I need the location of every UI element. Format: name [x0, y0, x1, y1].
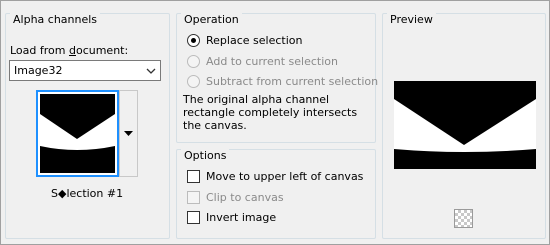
- preview-title: Preview: [387, 13, 436, 27]
- caret-down-icon: [124, 130, 133, 136]
- load-label-text: Load from document:: [10, 44, 129, 57]
- load-selection-dialog: Alpha channels Load from document: Image…: [0, 0, 550, 245]
- document-select-value: Image32: [14, 64, 63, 77]
- selection-preview: [394, 81, 536, 169]
- thumbnail-dropdown-button[interactable]: [119, 90, 138, 177]
- add-to-selection-radio[interactable]: Add to current selection: [187, 52, 338, 70]
- add-to-selection-label: Add to current selection: [206, 54, 338, 68]
- subtract-from-selection-radio[interactable]: Subtract from current selection: [187, 72, 378, 90]
- invert-image-label: Invert image: [206, 210, 277, 224]
- selection-name: S◆lection #1: [51, 187, 124, 200]
- checkbox[interactable]: [187, 169, 200, 183]
- chevron-down-icon[interactable]: [142, 61, 160, 80]
- radio-button-checked[interactable]: [187, 33, 200, 47]
- load-from-document-label: Load from document:: [10, 44, 128, 58]
- document-select[interactable]: Image32: [9, 60, 161, 81]
- alpha-channels-title: Alpha channels: [10, 13, 101, 27]
- replace-selection-radio[interactable]: Replace selection: [187, 31, 302, 49]
- operation-info-text: The original alpha channel rectangle com…: [183, 93, 358, 132]
- alpha-channel-thumbnail-image: [40, 94, 115, 173]
- operation-title: Operation: [181, 13, 242, 27]
- move-to-upper-left-checkbox[interactable]: Move to upper left of canvas: [187, 167, 363, 185]
- selection-preview-image: [394, 81, 536, 169]
- alpha-channel-thumbnail[interactable]: [36, 90, 119, 177]
- radio-button[interactable]: [187, 54, 200, 68]
- checkerboard-icon[interactable]: [454, 209, 473, 228]
- checkbox[interactable]: [187, 210, 200, 224]
- checkbox[interactable]: [187, 190, 200, 204]
- move-to-upper-left-label: Move to upper left of canvas: [206, 169, 364, 183]
- replace-selection-label: Replace selection: [206, 33, 303, 47]
- invert-image-checkbox[interactable]: Invert image: [187, 208, 276, 226]
- clip-to-canvas-label: Clip to canvas: [206, 190, 284, 204]
- subtract-from-selection-label: Subtract from current selection: [206, 74, 379, 88]
- radio-button[interactable]: [187, 74, 200, 88]
- clip-to-canvas-checkbox[interactable]: Clip to canvas: [187, 188, 284, 206]
- options-title: Options: [181, 149, 230, 163]
